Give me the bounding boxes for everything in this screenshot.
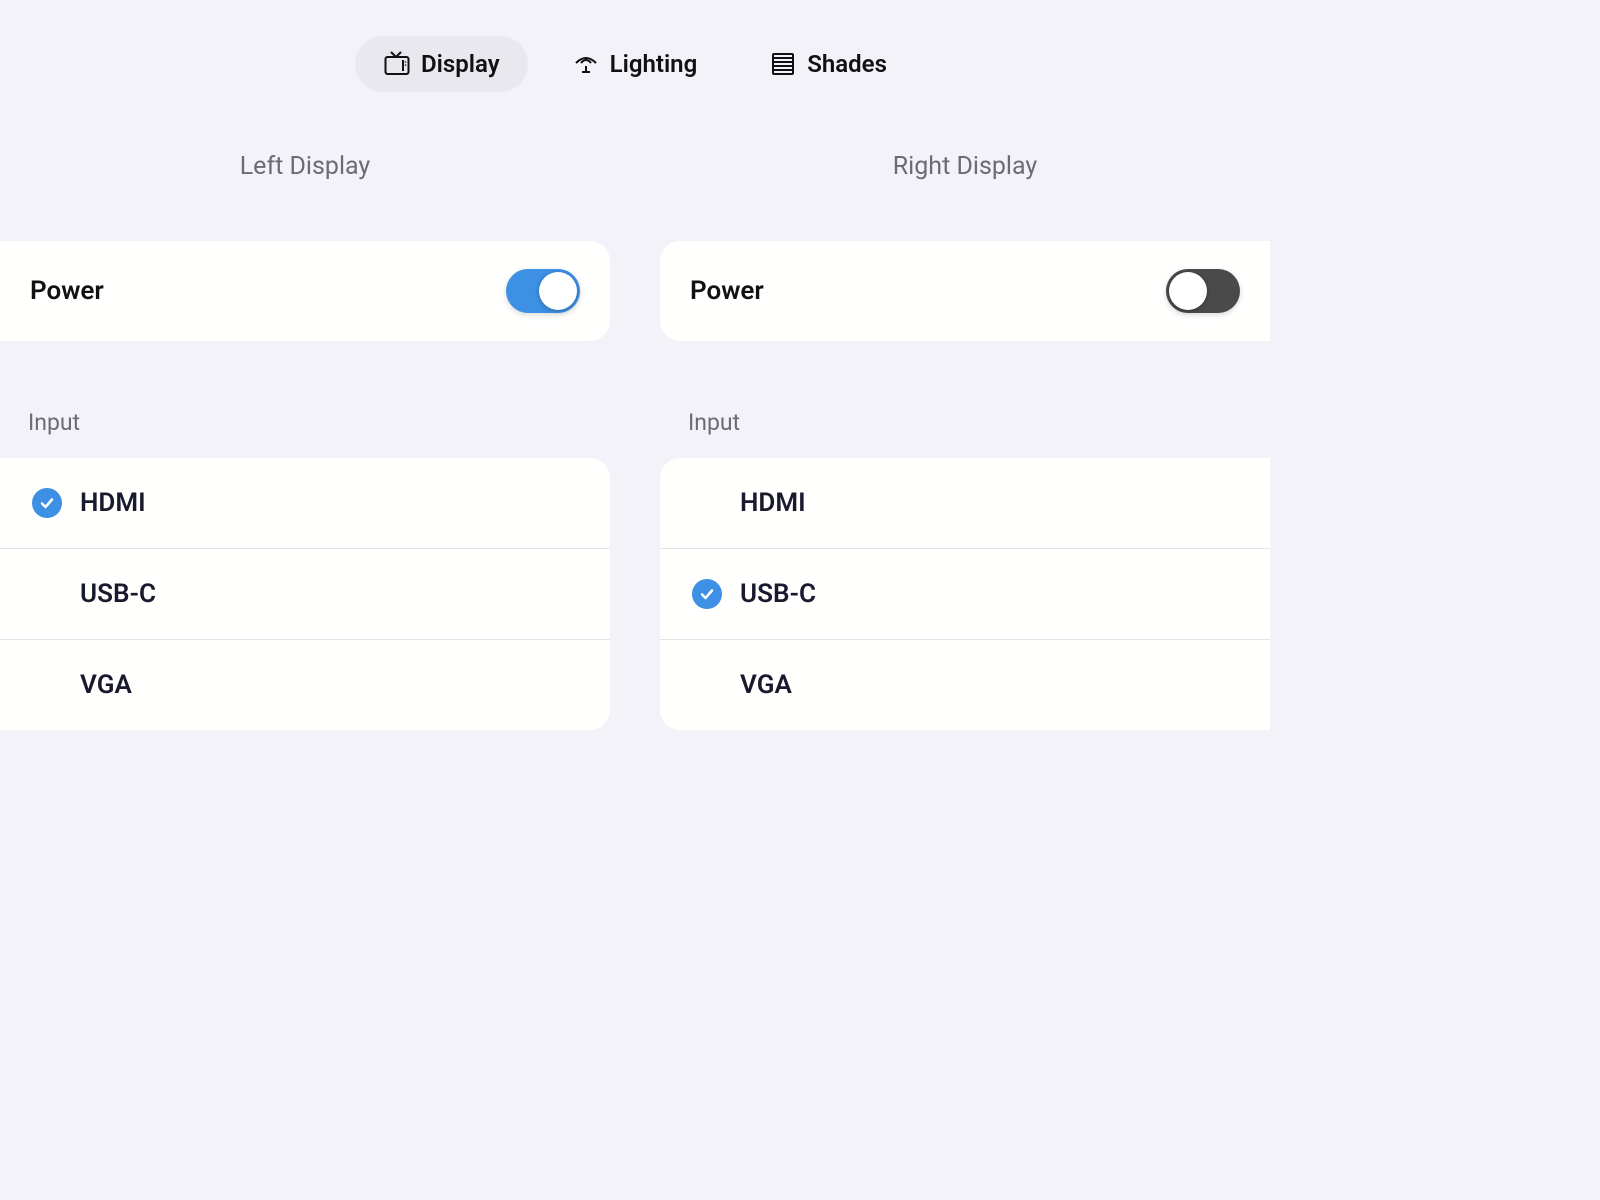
input-label: HDMI (80, 488, 146, 518)
check-icon (692, 579, 722, 609)
tab-display-label: Display (421, 50, 500, 78)
left-power-toggle[interactable] (506, 269, 580, 313)
right-panel-title: Right Display (660, 152, 1270, 181)
light-icon (572, 50, 600, 78)
right-input-hdmi[interactable]: HDMI (660, 458, 1270, 549)
toggle-knob (1169, 272, 1207, 310)
input-label: VGA (80, 670, 132, 700)
right-input-usbc[interactable]: USB-C (660, 549, 1270, 640)
check-icon (32, 488, 62, 518)
right-power-toggle[interactable] (1166, 269, 1240, 313)
right-power-label: Power (690, 276, 764, 306)
tab-display[interactable]: Display (355, 36, 528, 92)
check-placeholder (692, 488, 722, 518)
tab-shades-label: Shades (807, 50, 887, 78)
left-input-card: HDMI USB-C VGA (0, 458, 610, 730)
right-input-vga[interactable]: VGA (660, 640, 1270, 730)
tab-shades[interactable]: Shades (741, 36, 915, 92)
toggle-knob (539, 272, 577, 310)
panels-container: Left Display Power Input HDMI USB-C (0, 102, 1270, 730)
shades-icon (769, 50, 797, 78)
check-placeholder (32, 670, 62, 700)
left-panel-title: Left Display (0, 152, 610, 181)
left-input-vga[interactable]: VGA (0, 640, 610, 730)
check-placeholder (32, 579, 62, 609)
right-input-card: HDMI USB-C VGA (660, 458, 1270, 730)
check-placeholder (692, 670, 722, 700)
input-label: USB-C (80, 579, 156, 609)
tv-icon (383, 50, 411, 78)
right-power-card: Power (660, 241, 1270, 341)
input-label: HDMI (740, 488, 806, 518)
tab-lighting-label: Lighting (610, 50, 698, 78)
left-power-label: Power (30, 276, 104, 306)
right-input-section-label: Input (660, 409, 1270, 458)
left-input-section-label: Input (0, 409, 610, 458)
input-label: USB-C (740, 579, 816, 609)
left-display-panel: Left Display Power Input HDMI USB-C (0, 152, 610, 730)
left-input-usbc[interactable]: USB-C (0, 549, 610, 640)
left-power-card: Power (0, 241, 610, 341)
tab-lighting[interactable]: Lighting (544, 36, 726, 92)
right-display-panel: Right Display Power Input HDMI USB-C (660, 152, 1270, 730)
input-label: VGA (740, 670, 792, 700)
left-input-hdmi[interactable]: HDMI (0, 458, 610, 549)
tab-bar: Display Lighting Shades (0, 0, 1270, 102)
